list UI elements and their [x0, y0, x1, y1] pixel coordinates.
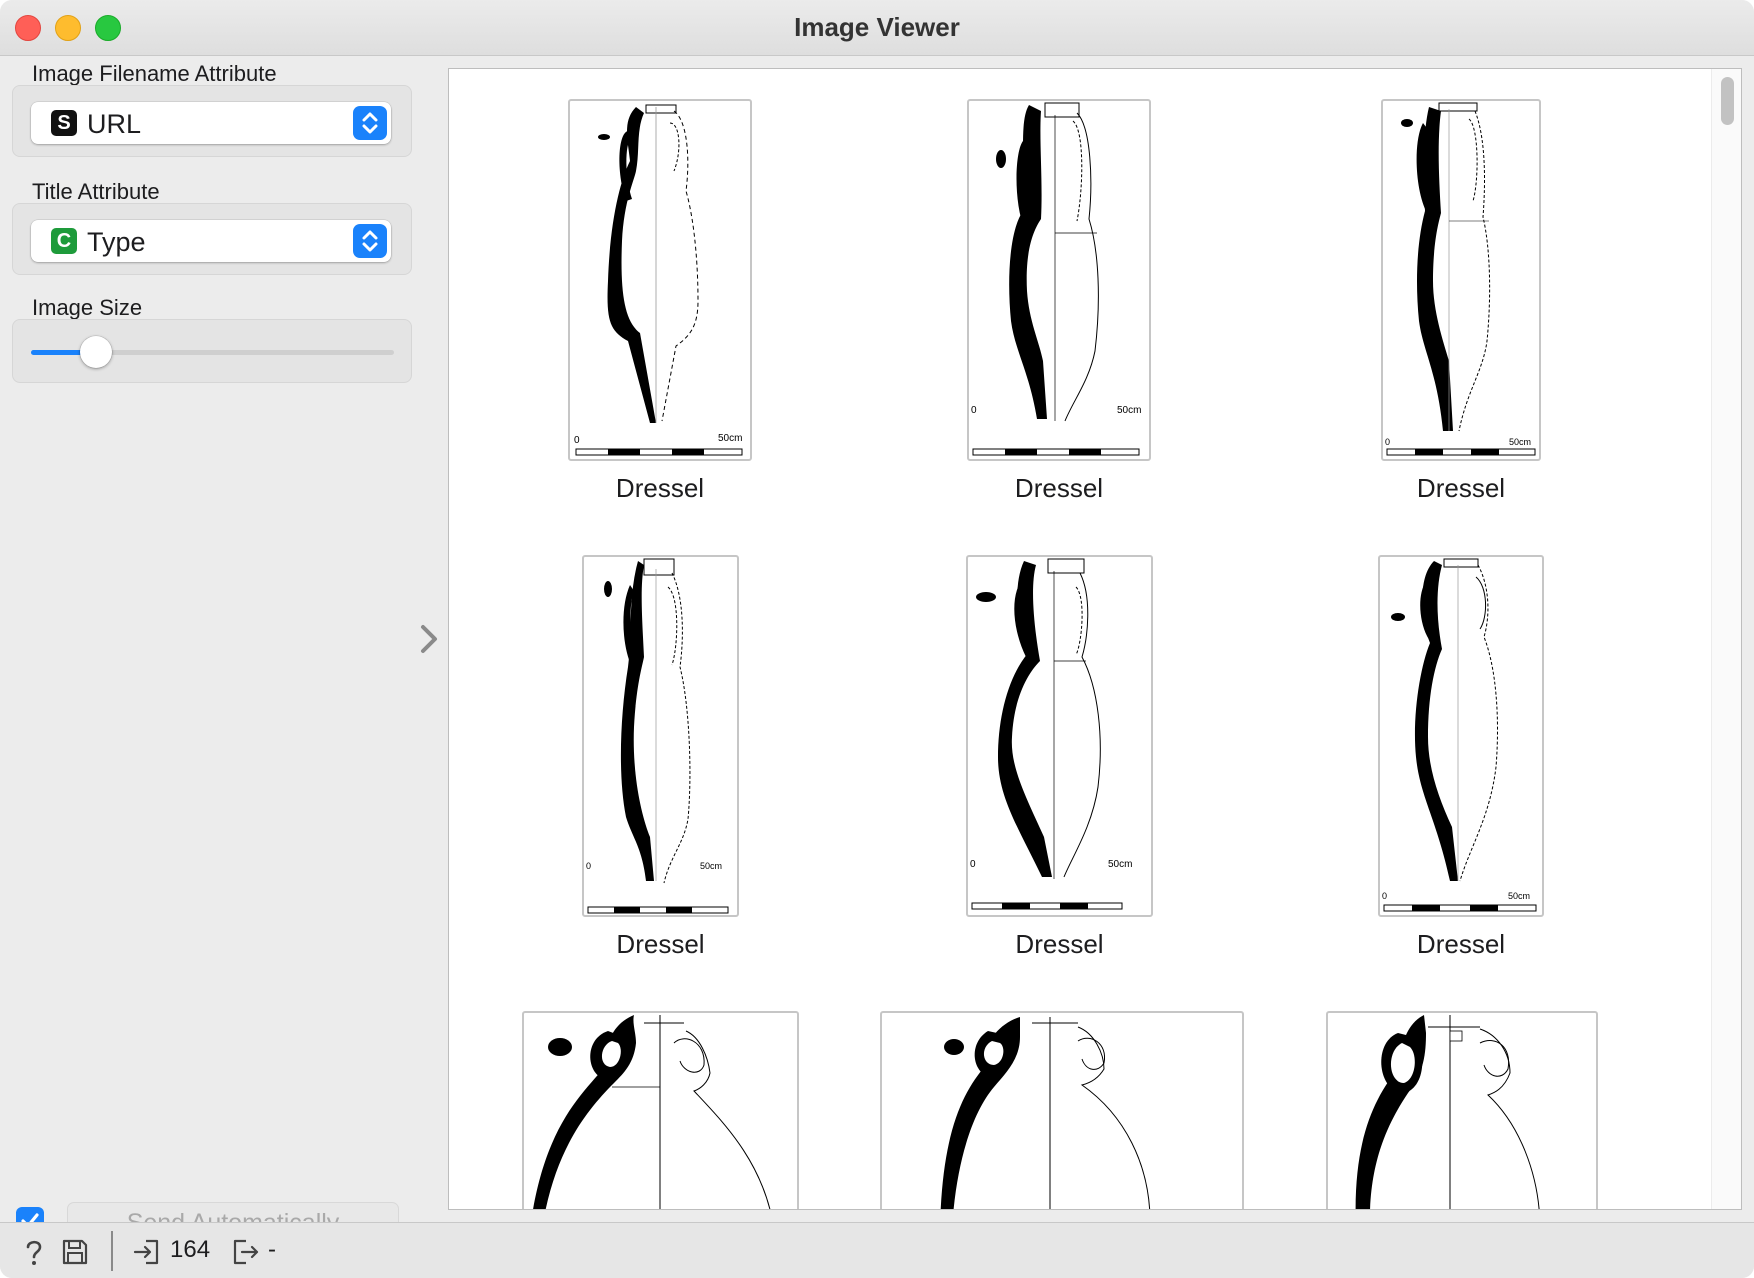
- image-size-label: Image Size: [32, 295, 143, 320]
- title-bar: Image Viewer: [0, 0, 1754, 56]
- svg-text:50cm: 50cm: [718, 433, 742, 444]
- title-attribute-label: Title Attribute: [32, 179, 160, 204]
- title-attribute-box: C Type: [12, 203, 412, 275]
- gallery-image[interactable]: [880, 1011, 1244, 1209]
- output-icon: [233, 1239, 259, 1265]
- scrollbar-thumb[interactable]: [1721, 77, 1734, 125]
- image-gallery[interactable]: 0 50cm Dressel 0 50cm Dressel 0 50cm Dre…: [448, 68, 1742, 1210]
- image-size-slider-handle[interactable]: [80, 336, 113, 368]
- filename-attribute-value: URL: [87, 109, 142, 139]
- control-panel: Image Filename Attribute S URL Title Att…: [0, 57, 440, 1244]
- image-title: Dressel: [1416, 929, 1506, 959]
- gallery-image[interactable]: 0 50cm: [967, 99, 1151, 461]
- save-icon[interactable]: [60, 1237, 90, 1267]
- svg-text:50cm: 50cm: [700, 861, 722, 871]
- svg-text:0: 0: [1382, 891, 1387, 901]
- svg-text:50cm: 50cm: [1108, 859, 1132, 870]
- categorical-variable-icon: C: [51, 228, 77, 254]
- window-title: Image Viewer: [794, 12, 960, 42]
- image-size-box: [12, 319, 412, 383]
- string-variable-icon: S: [51, 110, 77, 136]
- image-title: Dressel: [615, 473, 705, 503]
- svg-text:0: 0: [574, 435, 580, 446]
- input-count: 164: [170, 1236, 211, 1263]
- filename-attribute-combo[interactable]: S URL: [31, 102, 391, 144]
- updown-chevron-icon: [353, 106, 387, 140]
- image-title: Dressel: [616, 929, 705, 959]
- svg-text:0: 0: [1385, 437, 1390, 447]
- svg-text:50cm: 50cm: [1117, 405, 1141, 416]
- gallery-image[interactable]: 0 50cm: [582, 555, 739, 917]
- chevron-right-icon[interactable]: [416, 622, 442, 656]
- status-bar: 164 -: [0, 1222, 1754, 1278]
- image-viewer-window: Image Viewer Image Filename Attribute S …: [0, 0, 1754, 1278]
- image-title: Dressel: [1416, 473, 1506, 503]
- input-icon: [133, 1239, 159, 1265]
- filename-attribute-box: S URL: [12, 85, 412, 157]
- image-title: Dressel: [1014, 473, 1104, 503]
- title-attribute-combo[interactable]: C Type: [31, 220, 391, 262]
- updown-chevron-icon: [353, 224, 387, 258]
- help-icon[interactable]: [20, 1237, 48, 1267]
- status-divider: [111, 1231, 113, 1271]
- gallery-image[interactable]: 0 50cm: [1378, 555, 1544, 917]
- gallery-image[interactable]: 0 50cm: [568, 99, 752, 461]
- output-count: -: [268, 1236, 276, 1263]
- svg-text:0: 0: [586, 861, 591, 871]
- svg-text:0: 0: [970, 859, 976, 870]
- image-title: Dressel: [1015, 929, 1104, 959]
- gallery-image[interactable]: 0 50cm: [966, 555, 1153, 917]
- svg-text:50cm: 50cm: [1508, 891, 1530, 901]
- gallery-image[interactable]: [1326, 1011, 1598, 1209]
- title-attribute-value: Type: [87, 227, 146, 257]
- vertical-scrollbar[interactable]: [1711, 69, 1741, 1209]
- svg-text:50cm: 50cm: [1509, 437, 1531, 447]
- svg-text:0: 0: [971, 405, 977, 416]
- gallery-image[interactable]: 0 50cm: [1381, 99, 1541, 461]
- filename-attribute-label: Image Filename Attribute: [32, 61, 277, 86]
- gallery-image[interactable]: [522, 1011, 799, 1209]
